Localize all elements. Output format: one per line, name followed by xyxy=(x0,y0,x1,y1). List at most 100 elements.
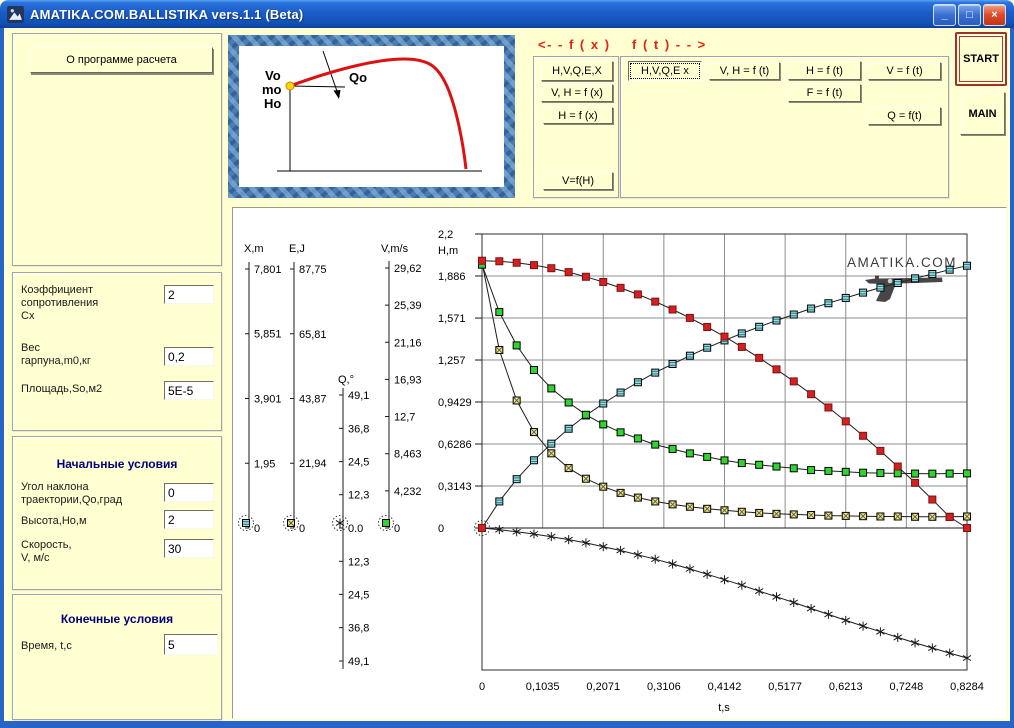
svg-text:7,801: 7,801 xyxy=(254,264,282,276)
mass-label: Вес гарпуна,m0,кг xyxy=(21,342,91,367)
svg-text:1,886: 1,886 xyxy=(438,271,466,283)
trajectory-diagram-svg: Vo mo Ho Qo xyxy=(262,50,482,172)
initial-conditions-title: Начальные условия xyxy=(56,457,178,471)
fx-panel: H,V,Q,E,X V, H = f (x) H = f (x) V=f(H) xyxy=(533,56,619,198)
ft-vh-button[interactable]: V, H = f (t) xyxy=(709,62,780,80)
svg-text:0,4142: 0,4142 xyxy=(708,681,742,693)
final-conditions-panel: Конечные условия Время, t,c xyxy=(12,594,222,720)
speed-input[interactable] xyxy=(164,539,214,558)
svg-text:0: 0 xyxy=(438,523,444,535)
speed-label: Скорость, V, м/с xyxy=(21,539,72,564)
title-bar: AMATIKA.COM.BALLISTIKA vers.1.1 (Beta) _… xyxy=(0,0,1014,28)
svg-text:1,257: 1,257 xyxy=(438,355,466,367)
svg-text:1,95: 1,95 xyxy=(254,458,275,470)
maximize-button[interactable]: □ xyxy=(958,4,981,26)
svg-text:49,1: 49,1 xyxy=(348,656,369,668)
svg-text:12,3: 12,3 xyxy=(348,490,369,502)
angle-input[interactable] xyxy=(164,483,214,502)
svg-text:X,m: X,m xyxy=(244,243,264,255)
series-line-Q xyxy=(481,527,968,659)
svg-text:0.0: 0.0 xyxy=(348,523,363,535)
svg-text:21,16: 21,16 xyxy=(394,337,422,349)
window-border-bottom xyxy=(0,721,1014,728)
svg-text:AMATIKA.COM: AMATIKA.COM xyxy=(847,255,957,270)
main-button[interactable]: MAIN xyxy=(960,92,1005,135)
ft-v-button[interactable]: V = f (t) xyxy=(868,62,941,80)
about-panel: О программе расчета xyxy=(12,33,222,266)
mass-input[interactable] xyxy=(164,347,214,366)
svg-text:0,6213: 0,6213 xyxy=(829,681,863,693)
svg-text:87,75: 87,75 xyxy=(299,264,327,276)
svg-text:0: 0 xyxy=(394,523,400,535)
svg-text:12,3: 12,3 xyxy=(348,556,369,568)
svg-text:0,3143: 0,3143 xyxy=(438,481,472,493)
window-title: AMATIKA.COM.BALLISTIKA vers.1.1 (Beta) xyxy=(30,6,304,22)
diagram-mo-label: mo xyxy=(262,82,282,97)
close-button[interactable]: × xyxy=(983,4,1006,26)
ft-group-title: f ( t ) - - > xyxy=(632,37,707,52)
svg-text:H,m: H,m xyxy=(438,245,458,257)
svg-text:12,7: 12,7 xyxy=(394,412,415,424)
trajectory-picture: Vo mo Ho Qo xyxy=(239,46,504,187)
svg-text:0: 0 xyxy=(299,523,305,535)
time-label: Время, t,c xyxy=(21,640,72,652)
fx-vh-button[interactable]: V, H = f (x) xyxy=(541,84,613,102)
svg-text:V,m/s: V,m/s xyxy=(381,243,409,255)
fx-hvqex-button[interactable]: H,V,Q,E,X xyxy=(541,61,613,81)
svg-text:2,2: 2,2 xyxy=(438,229,453,241)
svg-text:0,3106: 0,3106 xyxy=(647,681,681,693)
svg-text:3,901: 3,901 xyxy=(254,393,282,405)
svg-text:E,J: E,J xyxy=(289,243,305,255)
svg-text:0: 0 xyxy=(479,681,485,693)
params-panel: Коэффициент сопротивления Сх Вес гарпуна… xyxy=(12,272,222,431)
window-border-left xyxy=(0,28,4,722)
height-label: Высота,Но,м xyxy=(21,515,87,527)
start-button[interactable]: START xyxy=(955,32,1007,86)
svg-text:25,39: 25,39 xyxy=(394,300,422,312)
area-label: Площадь,So,м2 xyxy=(21,383,103,395)
svg-text:21,94: 21,94 xyxy=(299,458,327,470)
window-border-right xyxy=(1010,28,1014,722)
ft-h-button[interactable]: H = f (t) xyxy=(788,61,861,80)
minimize-button[interactable]: _ xyxy=(933,4,956,26)
svg-text:Q,°: Q,° xyxy=(338,374,354,386)
ft-q-button[interactable]: Q = f(t) xyxy=(868,107,941,125)
time-input[interactable] xyxy=(164,634,218,655)
about-button[interactable]: О программе расчета xyxy=(30,47,213,73)
svg-text:8,463: 8,463 xyxy=(394,449,422,461)
svg-text:5,851: 5,851 xyxy=(254,329,282,341)
svg-text:0,2071: 0,2071 xyxy=(586,681,620,693)
launch-point xyxy=(285,81,295,91)
fx-group-title: <- - f ( x ) xyxy=(538,37,611,52)
svg-text:0,9429: 0,9429 xyxy=(438,397,472,409)
svg-text:29,62: 29,62 xyxy=(394,263,422,275)
ballistics-chart-svg: 2,2 1,886 1,571 1,257 0,9429 0,6286 0,3143 0 H,m… xyxy=(238,229,984,714)
svg-text:1,571: 1,571 xyxy=(438,313,466,325)
area-input[interactable] xyxy=(164,381,214,400)
fx-vfh-button[interactable]: V=f(H) xyxy=(543,172,613,190)
svg-text:0,8284: 0,8284 xyxy=(950,681,984,693)
chart-panel: 2,2 1,886 1,571 1,257 0,9429 0,6286 0,3143 0 H,m… xyxy=(232,207,1007,719)
height-input[interactable] xyxy=(164,510,214,529)
ft-panel: H,V,Q,E x V, H = f (t) H = f (t) V = f (… xyxy=(620,56,949,198)
svg-text:0,6286: 0,6286 xyxy=(438,439,472,451)
svg-text:4,232: 4,232 xyxy=(394,486,422,498)
angle-label: Угол наклона траектории,Qo,град xyxy=(21,481,123,506)
trajectory-curve xyxy=(289,57,468,170)
final-conditions-title: Конечные условия xyxy=(60,612,174,626)
fx-h-button[interactable]: H = f (x) xyxy=(543,107,613,124)
svg-text:65,81: 65,81 xyxy=(299,329,327,341)
svg-text:24,5: 24,5 xyxy=(348,457,369,469)
ft-f-button[interactable]: F = f (t) xyxy=(788,84,861,102)
svg-text:0,7248: 0,7248 xyxy=(890,681,924,693)
diagram-qo-label: Qo xyxy=(349,70,367,85)
diagram-vo-label: Vo xyxy=(265,68,281,83)
cx-input[interactable] xyxy=(164,285,214,304)
ballistika-app-window: { "window": { "title": "AMATIKA.COM.BALL… xyxy=(0,0,1014,728)
svg-text:0,5177: 0,5177 xyxy=(768,681,802,693)
ft-hvqex-button-active[interactable]: H,V,Q,E x xyxy=(628,61,702,81)
svg-text:49,1: 49,1 xyxy=(348,390,369,402)
trajectory-picture-frame: Vo mo Ho Qo xyxy=(228,35,515,198)
initial-conditions-panel: Начальные условия Угол наклона траектори… xyxy=(12,436,222,590)
svg-text:0,1035: 0,1035 xyxy=(526,681,560,693)
